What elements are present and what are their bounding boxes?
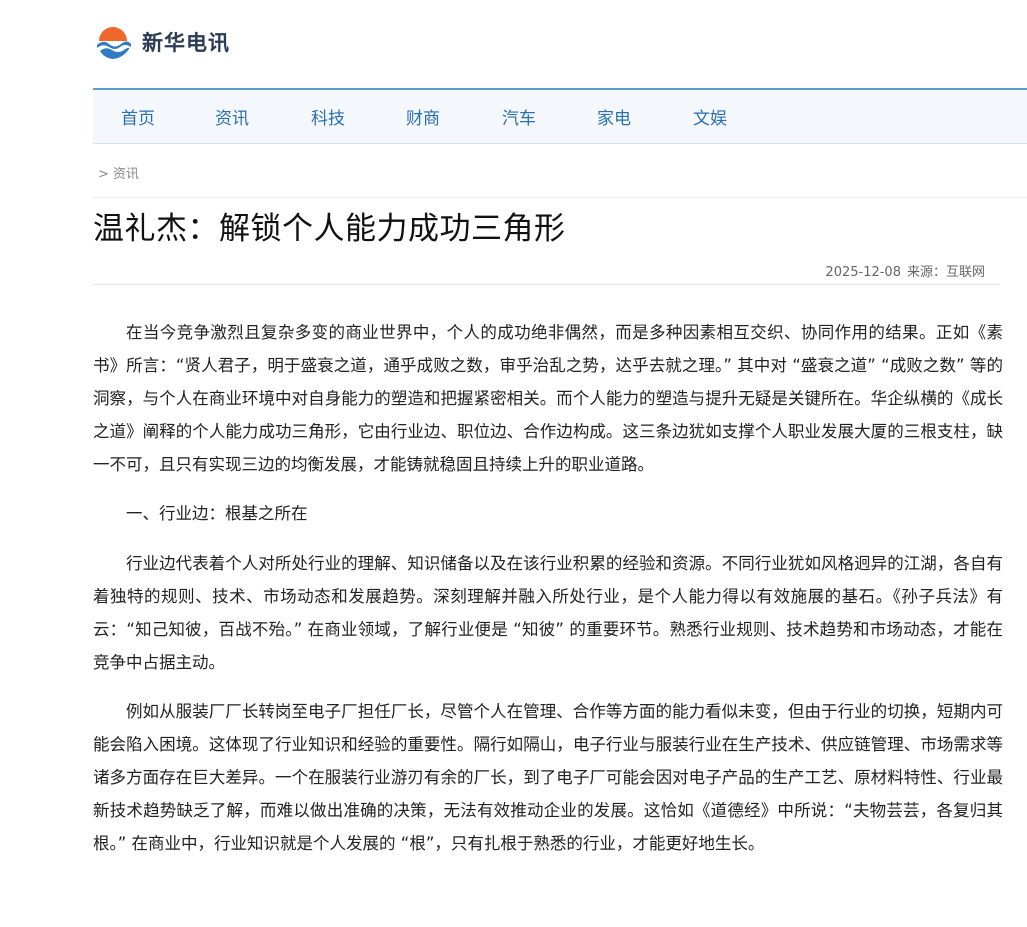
article-paragraph-industry: 行业边代表着个人对所处行业的理解、知识储备以及在该行业积累的经验和资源。不同行业…: [93, 554, 1003, 672]
nav-item-home: 首页: [121, 90, 155, 143]
section-heading-industry: 一、行业边：根基之所在: [126, 504, 308, 523]
nav-item-news: 资讯: [215, 90, 249, 143]
nav-item-auto: 汽车: [502, 90, 536, 143]
article-meta: 2025-12-08 来源：互联网: [825, 261, 985, 280]
article-body: 在当今竞争激烈且复杂多变的商业世界中，个人的成功绝非偶然，而是多种因素相互交织、…: [93, 316, 1003, 876]
nav-item-finance: 财商: [406, 90, 440, 143]
article-date: 2025-12-08: [825, 265, 901, 280]
breadcrumb-separator: >: [98, 167, 109, 182]
xinhua-logo-icon[interactable]: [93, 22, 133, 62]
nav-link-news[interactable]: 资讯: [215, 104, 249, 129]
nav-link-appliances[interactable]: 家电: [597, 104, 631, 129]
nav-link-auto[interactable]: 汽车: [502, 104, 536, 129]
article-source: 来源：互联网: [906, 265, 985, 280]
nav-link-finance[interactable]: 财商: [406, 104, 440, 129]
breadcrumb-divider: [93, 197, 1027, 198]
nav-link-tech[interactable]: 科技: [311, 104, 345, 129]
meta-divider: [93, 284, 1000, 285]
nav-link-home[interactable]: 首页: [121, 104, 155, 129]
nav-item-entertainment: 文娱: [693, 90, 727, 143]
breadcrumb: > 资讯: [98, 163, 139, 182]
nav-link-entertainment[interactable]: 文娱: [693, 104, 727, 129]
article-title: 温礼杰：解锁个人能力成功三角形: [93, 211, 566, 247]
nav-item-tech: 科技: [311, 90, 345, 143]
breadcrumb-link-news[interactable]: 资讯: [113, 167, 139, 182]
article-paragraph-intro: 在当今竞争激烈且复杂多变的商业世界中，个人的成功绝非偶然，而是多种因素相互交织、…: [93, 323, 1003, 474]
site-logo-text[interactable]: 新华电讯: [142, 27, 230, 57]
article-paragraph-example: 例如从服装厂厂长转岗至电子厂担任厂长，尽管个人在管理、合作等方面的能力看似未变，…: [93, 702, 1003, 853]
site-header: 新华电讯: [93, 20, 230, 64]
main-nav: 首页 资讯 科技 财商 汽车 家电 文娱: [93, 88, 1027, 144]
nav-item-appliances: 家电: [597, 90, 631, 143]
